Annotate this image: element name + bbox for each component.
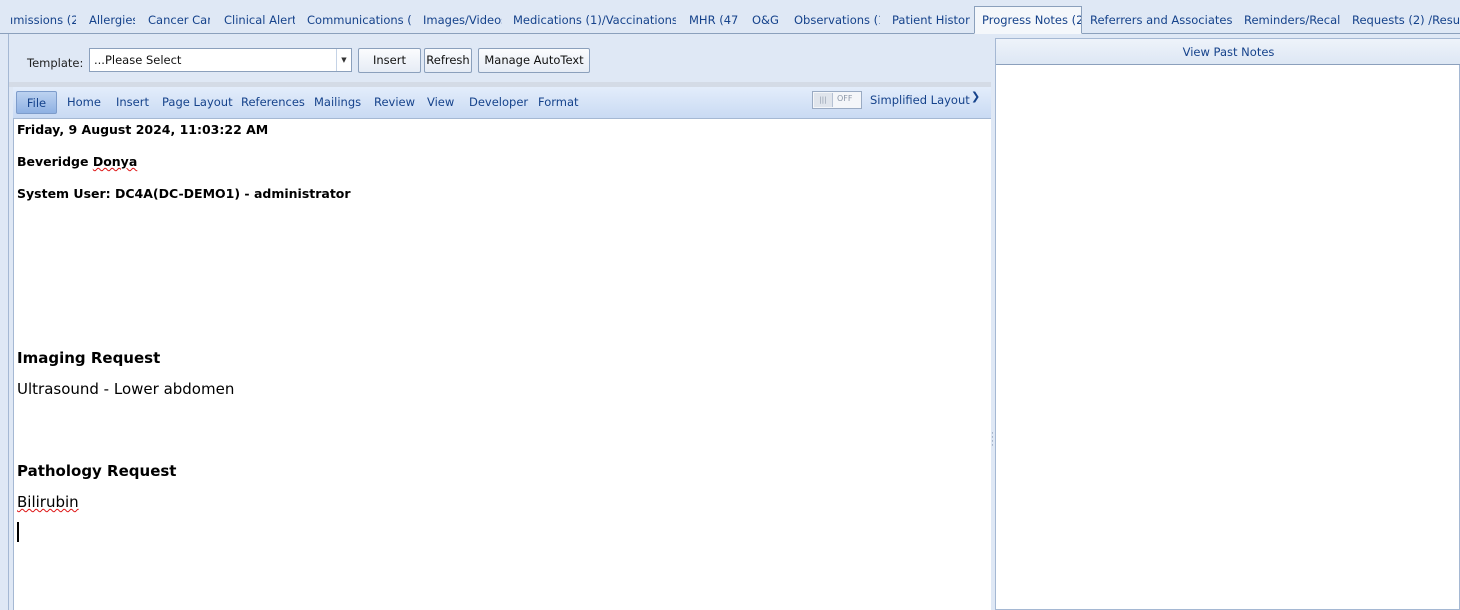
tab-medications-vaccinations[interactable]: Medications (1)/Vaccinations (0) — [513, 8, 676, 32]
tab-observations[interactable]: Observations (1) — [794, 8, 880, 32]
text-cursor — [17, 522, 19, 542]
toggle-state-label: OFF — [837, 94, 853, 103]
imaging-request-text: Ultrasound - Lower abdomen — [17, 380, 235, 398]
patient-first-name: Beveridge — [17, 154, 93, 169]
module-tabstrip: ımissions (2) Allergies Cancer Care Clin… — [0, 0, 1460, 34]
ribbon-tab-file[interactable]: File — [16, 91, 57, 114]
ribbon-tab-view[interactable]: View — [427, 95, 454, 109]
imaging-request-heading: Imaging Request — [17, 349, 161, 367]
view-past-notes-header[interactable]: View Past Notes — [996, 39, 1460, 65]
ribbon-tab-home[interactable]: Home — [67, 95, 101, 109]
ribbon-tab-developer[interactable]: Developer — [469, 95, 528, 109]
past-notes-pane: View Past Notes — [995, 38, 1460, 610]
tab-mhr[interactable]: MHR (47) — [689, 8, 739, 32]
insert-button[interactable]: Insert — [358, 48, 421, 73]
tab-images-videos[interactable]: Images/Videos — [423, 8, 502, 32]
tab-referrers-associates[interactable]: Referrers and Associates (2) — [1090, 8, 1232, 32]
simplified-layout-label: Simplified Layout — [870, 93, 970, 107]
tab-cancer-care[interactable]: Cancer Care — [148, 8, 210, 32]
note-datetime: Friday, 9 August 2024, 11:03:22 AM — [17, 122, 269, 137]
template-bar: Template: ...Please Select ▼ Insert Refr… — [9, 34, 993, 84]
splitter-grip-icon[interactable]: · · · · — [991, 430, 994, 451]
manage-autotext-button[interactable]: Manage AutoText — [478, 48, 590, 73]
tab-patient-history[interactable]: Patient History — [892, 8, 970, 32]
tab-admissions[interactable]: ımissions (2) — [10, 8, 76, 32]
tab-requests-results[interactable]: Requests (2) /Results — [1352, 8, 1460, 32]
note-patient-name: Beveridge Donya — [17, 154, 137, 169]
ribbon-tab-references[interactable]: References — [241, 95, 305, 109]
ribbon-tab-page-layout[interactable]: Page Layout — [162, 95, 233, 109]
note-system-user: System User: DC4A(DC-DEMO1) - administra… — [17, 186, 351, 201]
pathology-request-text: Bilirubin — [17, 493, 79, 511]
tab-communications[interactable]: Communications (6) — [307, 8, 411, 32]
template-label: Template: — [27, 56, 84, 70]
dropdown-arrow-icon[interactable]: ▼ — [336, 49, 351, 71]
tab-reminders-recalls[interactable]: Reminders/Recalls — [1244, 8, 1340, 32]
editor-ribbon: File Home Insert Page Layout References … — [13, 87, 992, 119]
tab-o-and-g[interactable]: O&G — [752, 8, 780, 32]
refresh-button[interactable]: Refresh — [424, 48, 472, 73]
template-dropdown[interactable]: ...Please Select ▼ — [89, 48, 352, 72]
tab-allergies[interactable]: Allergies — [89, 8, 135, 32]
tab-clinical-alerts[interactable]: Clinical Alerts — [224, 8, 295, 32]
template-selected-value: ...Please Select — [94, 53, 182, 67]
patient-last-name: Donya — [92, 154, 138, 169]
simplified-layout-toggle[interactable]: ||| OFF — [812, 91, 862, 109]
ribbon-tab-review[interactable]: Review — [374, 95, 415, 109]
note-document[interactable]: Friday, 9 August 2024, 11:03:22 AM Bever… — [13, 119, 992, 610]
pathology-request-heading: Pathology Request — [17, 462, 177, 480]
progress-note-editor-pane: Template: ...Please Select ▼ Insert Refr… — [8, 34, 993, 610]
ribbon-tab-mailings[interactable]: Mailings — [314, 95, 361, 109]
ribbon-tab-format[interactable]: Format — [538, 95, 579, 109]
tab-progress-notes[interactable]: Progress Notes (2) — [974, 6, 1082, 34]
toggle-knob-icon: ||| — [814, 93, 833, 107]
ribbon-collapse-chevron-icon[interactable]: ❯ — [971, 90, 980, 103]
ribbon-tab-insert[interactable]: Insert — [116, 95, 149, 109]
